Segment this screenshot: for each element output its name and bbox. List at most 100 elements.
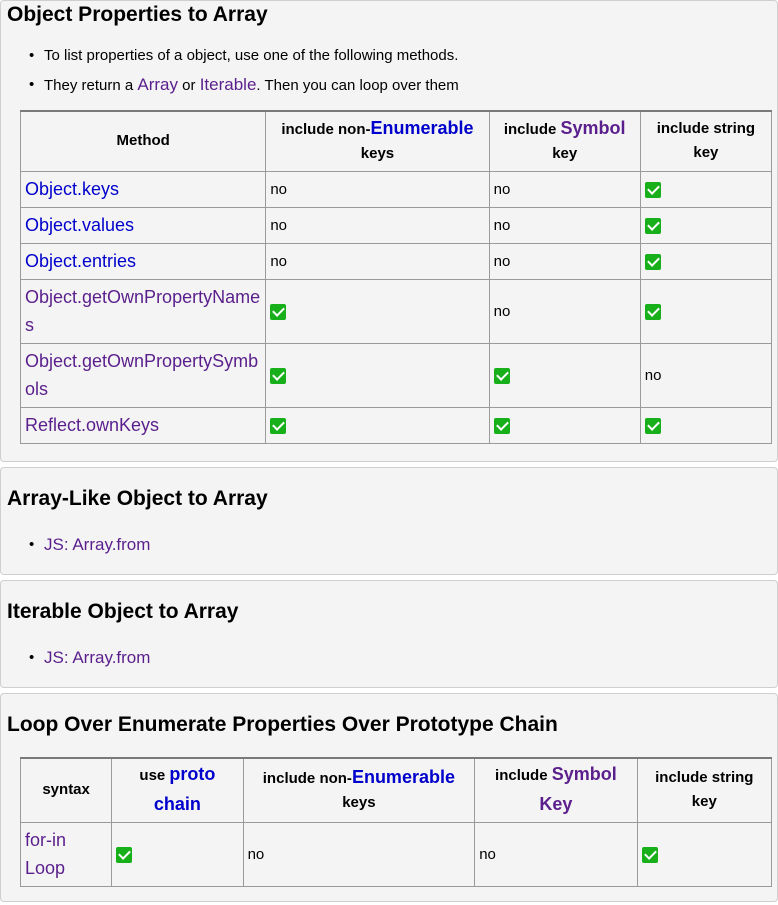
header-syntax: syntax <box>19 757 113 823</box>
section-title: Iterable Object to Array <box>7 600 239 623</box>
properties-table: Method include non-Enumerable keys includ… <box>19 110 773 444</box>
array-from-link[interactable]: JS: Array.from <box>44 535 150 554</box>
checkmark-icon <box>644 253 661 270</box>
cell-text: no <box>247 845 265 863</box>
table-row: Reflect.ownKeys <box>19 406 773 444</box>
method-link[interactable]: Reflect.ownKeys <box>25 415 159 435</box>
section-title: Loop Over Enumerate Properties Over Prot… <box>7 713 558 736</box>
header-string-key: include string key <box>636 757 773 823</box>
cell-method: Object.getOwnPropertyNames <box>19 278 267 344</box>
section-iterable: Iterable Object to Array JS: Array.from <box>0 580 778 688</box>
header-string-key: include string key <box>639 110 773 172</box>
header-text: key <box>552 145 578 163</box>
table-row: Object.entries no no <box>19 242 773 280</box>
cell-text: no <box>270 180 287 198</box>
section-title: Object Properties to Array <box>7 3 268 26</box>
cell-nonenum <box>265 278 490 344</box>
table-row: for-in Loop no no <box>19 821 773 887</box>
cell-method: Object.entries <box>19 242 267 280</box>
cell-symbol <box>488 342 641 408</box>
header-non-enumerable: include non-Enumerable keys <box>265 110 490 172</box>
cell-nonenum: no <box>265 242 490 280</box>
list-item: They return a Array or Iterable. Then yo… <box>29 70 777 100</box>
checkmark-icon <box>270 417 287 434</box>
section-loop-prototype: Loop Over Enumerate Properties Over Prot… <box>0 693 778 902</box>
cell-nonenum: no <box>265 170 490 208</box>
checkmark-icon <box>644 303 661 320</box>
header-text: keys <box>342 794 376 812</box>
header-text: include non- <box>262 770 352 788</box>
cell-text: no <box>493 252 511 270</box>
checkmark-icon <box>644 181 661 198</box>
array-from-link[interactable]: JS: Array.from <box>44 648 150 667</box>
cell-method: Object.getOwnPropertySymbols <box>19 342 267 408</box>
checkmark-icon <box>493 367 510 384</box>
bullet-text: . Then you can loop over them <box>256 77 459 94</box>
cell-text: no <box>493 180 511 198</box>
header-text: use <box>139 767 170 785</box>
checkmark-icon <box>493 417 510 434</box>
method-link[interactable]: Object.keys <box>25 179 119 199</box>
list-item: To list properties of a object, use one … <box>29 41 777 70</box>
table-row: Object.getOwnPropertySymbols no <box>19 342 773 408</box>
table-row: Object.getOwnPropertyNames no <box>19 278 773 344</box>
symbol-link[interactable]: Symbol <box>561 118 626 138</box>
cell-text: no <box>270 252 287 270</box>
bullet-text: To list properties of a object, use one … <box>44 47 459 64</box>
cell-text: no <box>270 216 287 234</box>
cell-string <box>639 206 773 244</box>
cell-text: no <box>493 216 511 234</box>
section-title: Array-Like Object to Array <box>7 487 268 510</box>
checkmark-icon <box>116 846 133 863</box>
cell-symbol: no <box>488 278 641 344</box>
iterable-link[interactable]: Iterable <box>200 75 257 94</box>
cell-proto <box>111 821 244 887</box>
section-array-like: Array-Like Object to Array JS: Array.fro… <box>0 467 778 575</box>
cell-text: no <box>644 366 662 384</box>
symbol-link[interactable]: Symbol Key <box>539 764 616 814</box>
cell-string <box>639 242 773 280</box>
cell-symbol: no <box>488 206 641 244</box>
enumerable-link[interactable]: Enumerable <box>371 118 474 138</box>
header-symbol: include Symbol Key <box>474 757 638 823</box>
checkmark-icon <box>270 367 287 384</box>
header-text: include non- <box>281 121 371 139</box>
header-method: Method <box>19 110 267 172</box>
section-object-properties: Object Properties to Array To list prope… <box>0 0 778 462</box>
table-row: Object.keys no no <box>19 170 773 208</box>
list-item: JS: Array.from <box>29 530 777 560</box>
method-link[interactable]: Object.getOwnPropertyNames <box>25 287 260 335</box>
header-text: include <box>495 767 552 785</box>
bullet-list: To list properties of a object, use one … <box>1 41 777 100</box>
cell-symbol: no <box>488 242 641 280</box>
checkmark-icon <box>641 846 658 863</box>
array-link[interactable]: Array <box>137 75 178 94</box>
cell-symbol: no <box>474 821 638 887</box>
bullet-text: or <box>178 77 200 94</box>
cell-string <box>639 170 773 208</box>
table-body: Object.keys no no Object.values no no Object.e… <box>19 170 773 444</box>
header-text: keys <box>360 145 395 163</box>
cell-string <box>639 406 773 444</box>
cell-text: no <box>493 302 511 320</box>
table-row: Object.values no no <box>19 206 773 244</box>
method-link[interactable]: Object.values <box>25 215 134 235</box>
checkmark-icon <box>644 217 661 234</box>
enumerable-link[interactable]: Enumerable <box>352 767 455 787</box>
cell-string <box>639 278 773 344</box>
cell-syntax: for-in Loop <box>19 821 113 887</box>
cell-nonenum <box>265 406 490 444</box>
header-text: include <box>503 121 561 139</box>
bullet-list: JS: Array.from <box>1 643 777 673</box>
bullet-text: They return a <box>44 77 138 94</box>
checkmark-icon <box>644 417 661 434</box>
cell-nonenum: no <box>242 821 476 887</box>
cell-nonenum: no <box>265 206 490 244</box>
for-in-link[interactable]: for-in Loop <box>25 830 66 878</box>
header-symbol: include Symbol key <box>488 110 641 172</box>
method-link[interactable]: Object.entries <box>25 251 136 271</box>
cell-text: no <box>479 845 496 863</box>
loop-table: syntax use proto chain include non-Enume… <box>19 757 773 887</box>
method-link[interactable]: Object.getOwnPropertySymbols <box>25 351 258 399</box>
cell-method: Object.keys <box>19 170 267 208</box>
